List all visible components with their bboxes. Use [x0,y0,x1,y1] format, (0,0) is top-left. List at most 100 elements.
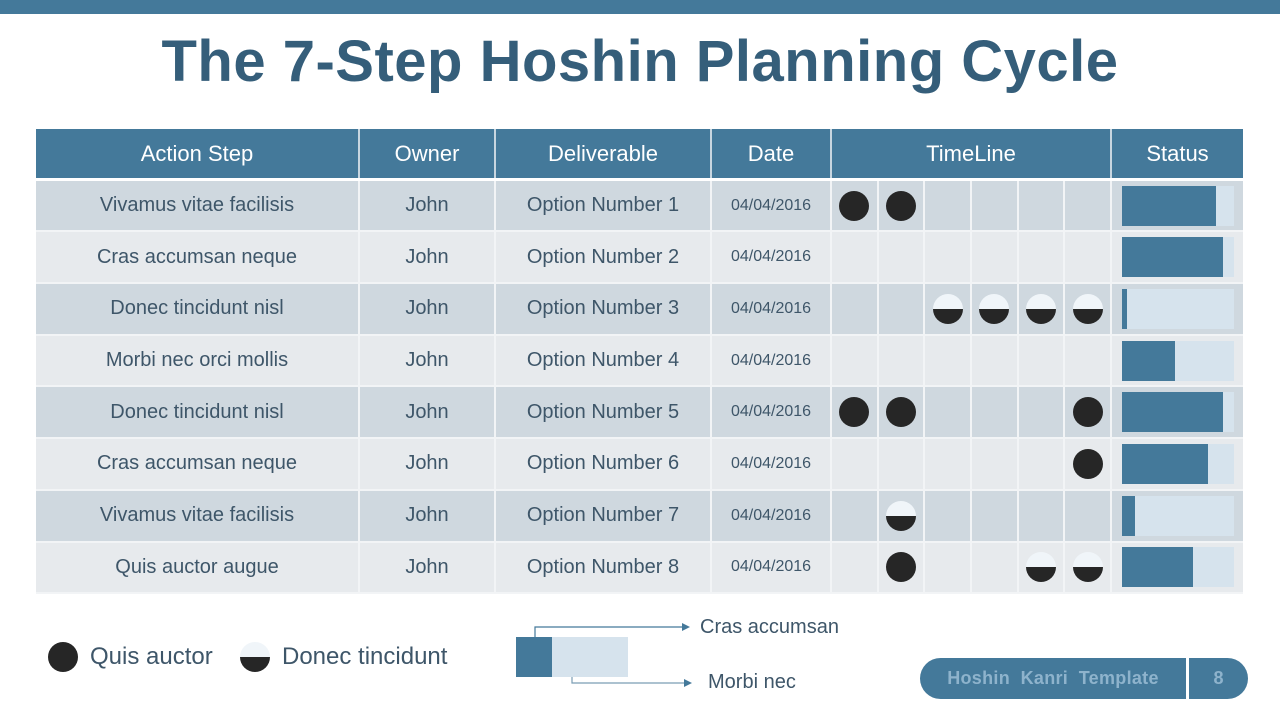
cell-status [1112,387,1243,440]
cell-timeline-slot [972,232,1019,285]
status-progress-fill [1121,443,1208,484]
cell-date: 04/04/2016 [712,542,832,595]
half-circle-icon [979,293,1010,324]
header-deliverable: Deliverable [496,129,712,178]
cell-timeline-slot [1018,439,1066,491]
cell-timeline-slot [972,180,1019,233]
cell-status [1112,490,1243,543]
cell-action-step: Morbi nec orci mollis [36,335,360,388]
cell-timeline-slot [925,542,972,595]
cell-action-step: Donec tincidunt nisl [36,387,360,440]
cell-timeline-slot [832,542,879,595]
cell-date: 04/04/2016 [712,180,832,233]
cell-date: 04/04/2016 [712,335,832,388]
cell-timeline-slot [878,439,926,491]
cell-timeline-slot [1018,284,1066,336]
cell-timeline-slot [878,490,926,543]
cell-deliverable: Option Number 8 [496,542,712,595]
top-accent-bar [0,0,1280,14]
cell-owner: John [360,542,496,595]
cell-timeline-slot [1065,180,1112,233]
cell-timeline-slot [972,542,1019,595]
status-progress-fill [1121,288,1128,329]
cell-timeline-slot [1065,335,1112,388]
cell-timeline-slot [925,335,972,388]
cell-timeline-slot [878,284,926,336]
footer-page-number: 8 [1189,658,1248,699]
cell-timeline-slot [832,439,879,491]
cell-timeline-slot [925,284,972,336]
cell-owner: John [360,490,496,543]
full-circle-icon [839,190,870,221]
hoshin-table: Action Step Owner Deliverable Date TimeL… [36,129,1243,595]
cell-action-step: Donec tincidunt nisl [36,284,360,336]
half-circle-icon [1072,293,1103,324]
status-progress-bar [1121,392,1234,433]
full-circle-icon [839,397,870,428]
cell-timeline-slot [1065,387,1112,440]
status-progress-fill [1121,495,1135,536]
cell-timeline-slot [1018,232,1066,285]
cell-action-step: Cras accumsan neque [36,232,360,285]
cell-deliverable: Option Number 6 [496,439,712,491]
status-progress-fill [1121,185,1216,226]
cell-deliverable: Option Number 4 [496,335,712,388]
status-progress-bar [1121,443,1234,484]
cell-timeline-slot [1018,490,1066,543]
cell-timeline-slot [832,232,879,285]
cell-timeline-slot [972,439,1019,491]
cell-date: 04/04/2016 [712,387,832,440]
cell-timeline-slot [1018,387,1066,440]
cell-timeline-slot [972,490,1019,543]
cell-timeline-slot [925,439,972,491]
status-progress-bar [1121,547,1234,588]
cell-timeline-slot [1065,542,1112,595]
header-status: Status [1112,129,1243,178]
cell-timeline-slot [832,284,879,336]
status-progress-bar [1121,340,1234,381]
cell-timeline-slot [878,542,926,595]
cell-owner: John [360,335,496,388]
cell-timeline-slot [925,180,972,233]
status-key-arrows [534,623,692,687]
cell-timeline-slot [1018,335,1066,388]
full-circle-icon [885,397,916,428]
cell-timeline-slot [832,180,879,233]
page-title: The 7-Step Hoshin Planning Cycle [161,29,1119,94]
arrow-icon-bottom [571,677,692,687]
legend-half-label: Donec tincidunt [282,643,448,670]
half-circle-icon [1025,293,1056,324]
cell-action-step: Vivamus vitae facilisis [36,490,360,543]
cell-timeline-slot [1018,180,1066,233]
header-date: Date [712,129,832,178]
cell-owner: John [360,439,496,491]
cell-timeline-slot [972,284,1019,336]
cell-timeline-slot [1018,542,1066,595]
full-circle-icon [1072,397,1103,428]
arrow-icon-top [534,623,690,637]
full-circle-icon [885,190,916,221]
full-circle-icon [1072,448,1103,479]
cell-date: 04/04/2016 [712,232,832,285]
cell-owner: John [360,232,496,285]
cell-status [1112,335,1243,388]
cell-timeline-slot [972,387,1019,440]
cell-action-step: Quis auctor augue [36,542,360,595]
half-circle-icon [885,500,916,531]
cell-status [1112,439,1243,491]
cell-timeline-slot [832,335,879,388]
cell-timeline-slot [832,490,879,543]
cell-timeline-slot [1065,439,1112,491]
legend-full-label: Quis auctor [90,643,213,670]
cell-owner: John [360,180,496,233]
cell-timeline-slot [878,180,926,233]
cell-status [1112,284,1243,336]
header-action-step: Action Step [36,129,360,178]
cell-status [1112,232,1243,285]
status-progress-bar [1121,237,1234,278]
cell-timeline-slot [1065,284,1112,336]
full-circle-icon [48,642,78,672]
cell-timeline-slot [1065,232,1112,285]
cell-timeline-slot [972,335,1019,388]
status-progress-fill [1121,237,1224,278]
